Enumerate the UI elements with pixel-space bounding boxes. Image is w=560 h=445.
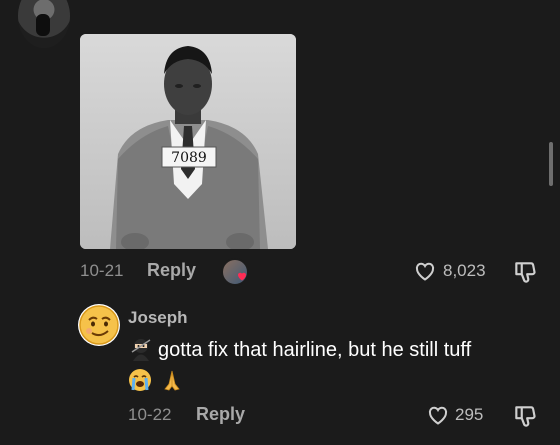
reply-comment-text: gotta fix that hairline, but he still tu… bbox=[158, 339, 472, 361]
smirk-face-avatar-icon bbox=[79, 305, 119, 345]
reply-date: 10-22 bbox=[128, 405, 172, 424]
dislike-button[interactable] bbox=[512, 259, 538, 285]
folded-hands-icon bbox=[163, 370, 180, 391]
ninja-emoji-icon bbox=[131, 338, 151, 361]
loudly-crying-face-icon bbox=[129, 369, 151, 391]
creator-liked-heart-icon bbox=[238, 272, 246, 281]
comment-photo[interactable]: 7089 bbox=[80, 34, 296, 249]
reply-username[interactable]: Joseph bbox=[128, 308, 188, 328]
reply-button[interactable]: Reply bbox=[147, 260, 196, 281]
reply-dislike-button[interactable] bbox=[512, 403, 538, 429]
reply-comment-line1: gotta fix that hairline, but he still tu… bbox=[128, 338, 472, 362]
heart-outline-icon bbox=[428, 406, 448, 425]
heart-outline-icon bbox=[415, 262, 435, 281]
reply-to-joseph-button[interactable]: Reply bbox=[196, 404, 245, 425]
like-button[interactable] bbox=[412, 259, 438, 283]
reply-comment-emojis bbox=[128, 368, 184, 392]
mugshot-image: 7089 bbox=[80, 34, 296, 249]
commenter-avatar-top[interactable] bbox=[18, 0, 70, 48]
post-date: 10-21 bbox=[80, 261, 124, 280]
joseph-avatar[interactable] bbox=[78, 304, 120, 346]
scrollbar[interactable] bbox=[549, 142, 553, 186]
thumbs-down-icon bbox=[515, 262, 536, 283]
reply-like-count: 295 bbox=[455, 405, 484, 424]
reply-like-button[interactable] bbox=[425, 403, 451, 427]
placard-number: 7089 bbox=[171, 150, 207, 166]
thumbs-down-icon bbox=[515, 406, 536, 427]
like-count: 8,023 bbox=[443, 261, 486, 280]
